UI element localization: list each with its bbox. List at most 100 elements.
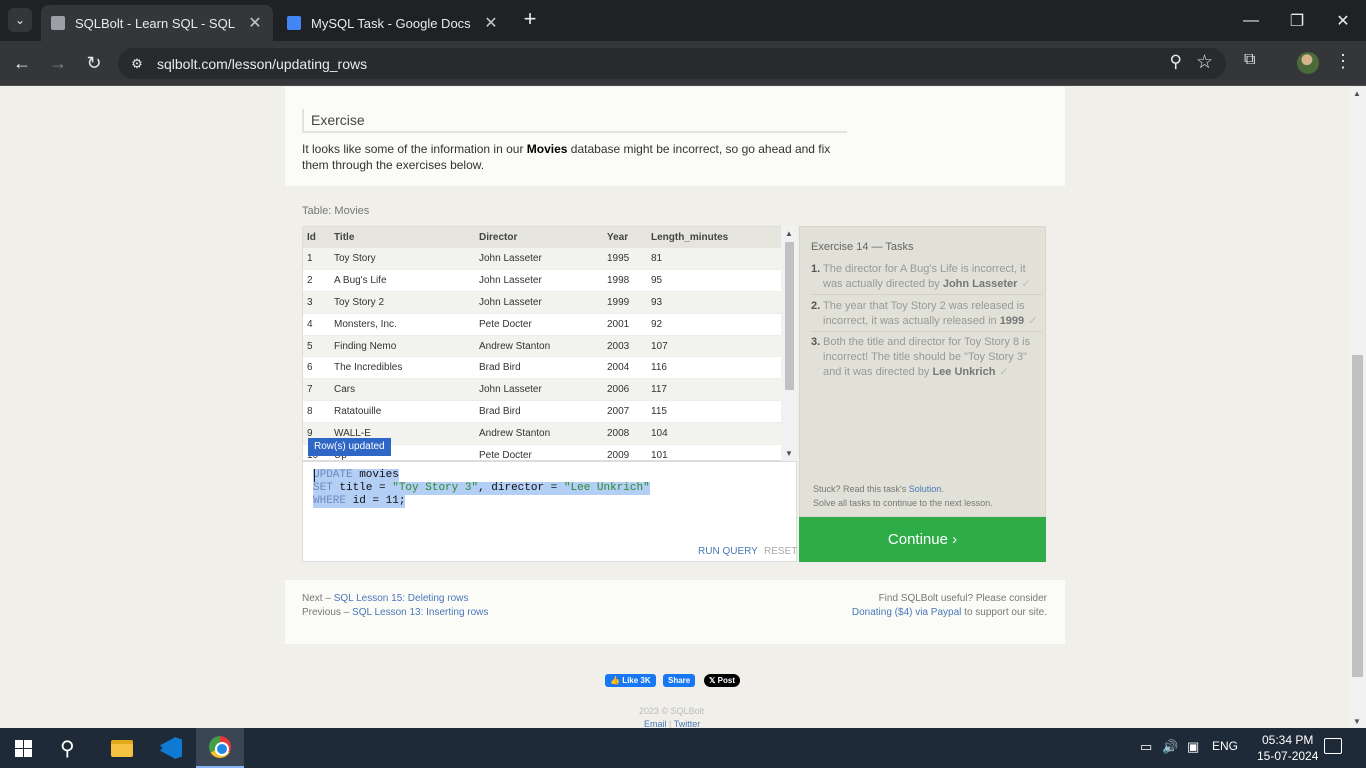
table-cell: 117 [647,378,782,402]
table-cell: 1998 [603,269,647,293]
tab-close-icon[interactable]: ✕ [247,13,263,33]
table-row: 5 Finding Nemo Andrew Stanton 2003 107 [303,335,782,358]
table-cell: 2001 [603,313,647,336]
continue-button[interactable]: Continue › [799,517,1046,562]
battery-icon[interactable]: ▭ [1140,739,1152,755]
table-cell: A Bug's Life [330,269,475,293]
minimize-icon[interactable]: — [1228,0,1274,41]
table-row: 6 The Incredibles Brad Bird 2004 116 [303,356,782,380]
more-menu-icon[interactable]: ⋮ [1334,51,1352,72]
windows-start-icon[interactable] [15,740,32,757]
solution-link[interactable]: Solution [909,484,942,494]
table-cell: 1999 [603,291,647,314]
extensions-puzzle-icon[interactable]: ⧉ [1244,51,1255,69]
clock-date: 15-07-2024 [1257,749,1319,763]
table-cell: Andrew Stanton [475,335,603,358]
query-line-2: SET title = "Toy Story 3", director = "L… [313,482,650,495]
table-cell: Pete Docter [475,444,603,460]
tab-title: SQLBolt - Learn SQL - SQL Less [75,15,239,31]
restore-icon[interactable]: ❐ [1274,0,1320,41]
column-header: Id [303,227,330,248]
x-post-button[interactable]: 𝕏 Post [704,674,741,687]
previous-lesson: Previous – SQL Lesson 13: Inserting rows [302,607,489,618]
facebook-share-button[interactable]: Share [663,674,696,687]
reload-icon[interactable]: ↻ [81,50,107,76]
table-row: 1 Toy Story John Lasseter 1995 81 [303,248,782,271]
table-cell: 93 [647,291,782,314]
volume-icon[interactable]: 🔊 [1162,739,1178,755]
language-indicator[interactable]: ENG [1212,739,1238,753]
table-cell: Ratatouille [330,400,475,423]
twitter-link[interactable]: Twitter [674,719,701,728]
table-cell: 1995 [603,248,647,271]
facebook-like-button[interactable]: 👍 Like 3K [605,674,656,687]
donate-line: Donating ($4) via Paypal to support our … [851,607,1047,618]
table-cell: 81 [647,248,782,271]
column-header: Year [603,227,647,248]
text-caret [314,469,315,482]
table-cell: 2009 [603,444,647,460]
task-3: 3. Both the title and director for Toy St… [811,336,1031,378]
new-tab-plus-icon[interactable]: + [518,8,542,32]
table-cell: 1 [303,248,330,271]
page-scrollbar[interactable]: ▲ ▼ [1350,87,1366,728]
url-text[interactable]: sqlbolt.com/lesson/updating_rows [157,56,367,72]
page-viewport: Exercise It looks like some of the infor… [0,87,1350,728]
table-cell: Andrew Stanton [475,422,603,445]
scroll-up-arrow-icon[interactable]: ▲ [785,229,793,238]
file-explorer-icon[interactable] [98,728,146,768]
table-cell: 95 [647,269,782,293]
chrome-icon[interactable] [196,728,244,768]
query-line-3: WHERE id = 11; [313,495,406,508]
table-scrollbar[interactable]: ▲ ▼ [781,226,797,461]
task-1: 1. The director for A Bug's Life is incor… [811,262,1042,295]
taskbar-search-icon[interactable]: ⚲ [60,736,75,761]
table-cell: 5 [303,335,330,358]
check-icon: ✓ [1028,315,1038,327]
reset-button[interactable]: RESET [764,546,797,557]
page-scroll-thumb[interactable] [1352,355,1363,677]
window-close-icon[interactable]: ✕ [1320,0,1366,41]
column-header: Title [330,227,475,248]
table-cell: 7 [303,378,330,402]
profile-avatar[interactable] [1297,52,1319,74]
column-header: Length_minutes [647,227,782,248]
table-cell: 2 [303,269,330,293]
tab-search-chevron-icon[interactable]: ⌄ [8,8,32,32]
column-header: Director [475,227,603,248]
tab-google-docs[interactable]: MySQL Task - Google Docs ✕ [277,5,509,41]
table-cell: John Lasseter [475,248,603,271]
zoom-magnifier-icon[interactable]: ⚲ [1170,52,1182,72]
bookmark-star-icon[interactable]: ☆ [1196,51,1213,74]
site-settings-icon[interactable]: ⚙ [127,54,147,74]
vscode-icon[interactable] [147,728,195,768]
table-row: 8 Ratatouille Brad Bird 2007 115 [303,400,782,423]
windows-taskbar: ⚲ ▭ 🔊 ▣ ENG 05:34 PM 15-07-2024 [0,728,1366,768]
tab-close-icon[interactable]: ✕ [483,13,499,33]
next-lesson-link[interactable]: SQL Lesson 15: Deleting rows [334,593,469,604]
page-scroll-up-icon[interactable]: ▲ [1353,89,1361,98]
tasks-title: Exercise 14 — Tasks [811,241,914,253]
task-2: 2. The year that Toy Story 2 was released… [811,299,1042,332]
donate-text: Find SQLBolt useful? Please consider [878,593,1047,604]
movies-table: Id Title Director Year Length_minutes 1T… [302,226,797,461]
table-scroll-thumb[interactable] [785,242,794,390]
address-bar[interactable]: ⚙ sqlbolt.com/lesson/updating_rows ⚲ ☆ [118,48,1226,79]
table-cell: Finding Nemo [330,335,475,358]
run-query-button[interactable]: RUN QUERY [698,546,758,557]
table-cell: Toy Story 2 [330,291,475,314]
network-icon[interactable]: ▣ [1187,739,1199,755]
scroll-down-arrow-icon[interactable]: ▼ [785,449,793,458]
table-cell: 2007 [603,400,647,423]
previous-lesson-link[interactable]: SQL Lesson 13: Inserting rows [352,607,488,618]
notifications-icon[interactable] [1324,738,1342,754]
table-cell: 104 [647,422,782,445]
forward-arrow-icon[interactable]: → [45,50,71,76]
tab-sqlbolt[interactable]: SQLBolt - Learn SQL - SQL Less ✕ [41,5,273,41]
back-arrow-icon[interactable]: ← [9,50,35,76]
taskbar-clock[interactable]: 05:34 PM 15-07-2024 [1257,732,1318,764]
donate-link[interactable]: Donating ($4) via Paypal [852,607,962,618]
email-link[interactable]: Email [644,719,667,728]
page-scroll-down-icon[interactable]: ▼ [1353,717,1361,726]
table-cell: 3 [303,291,330,314]
